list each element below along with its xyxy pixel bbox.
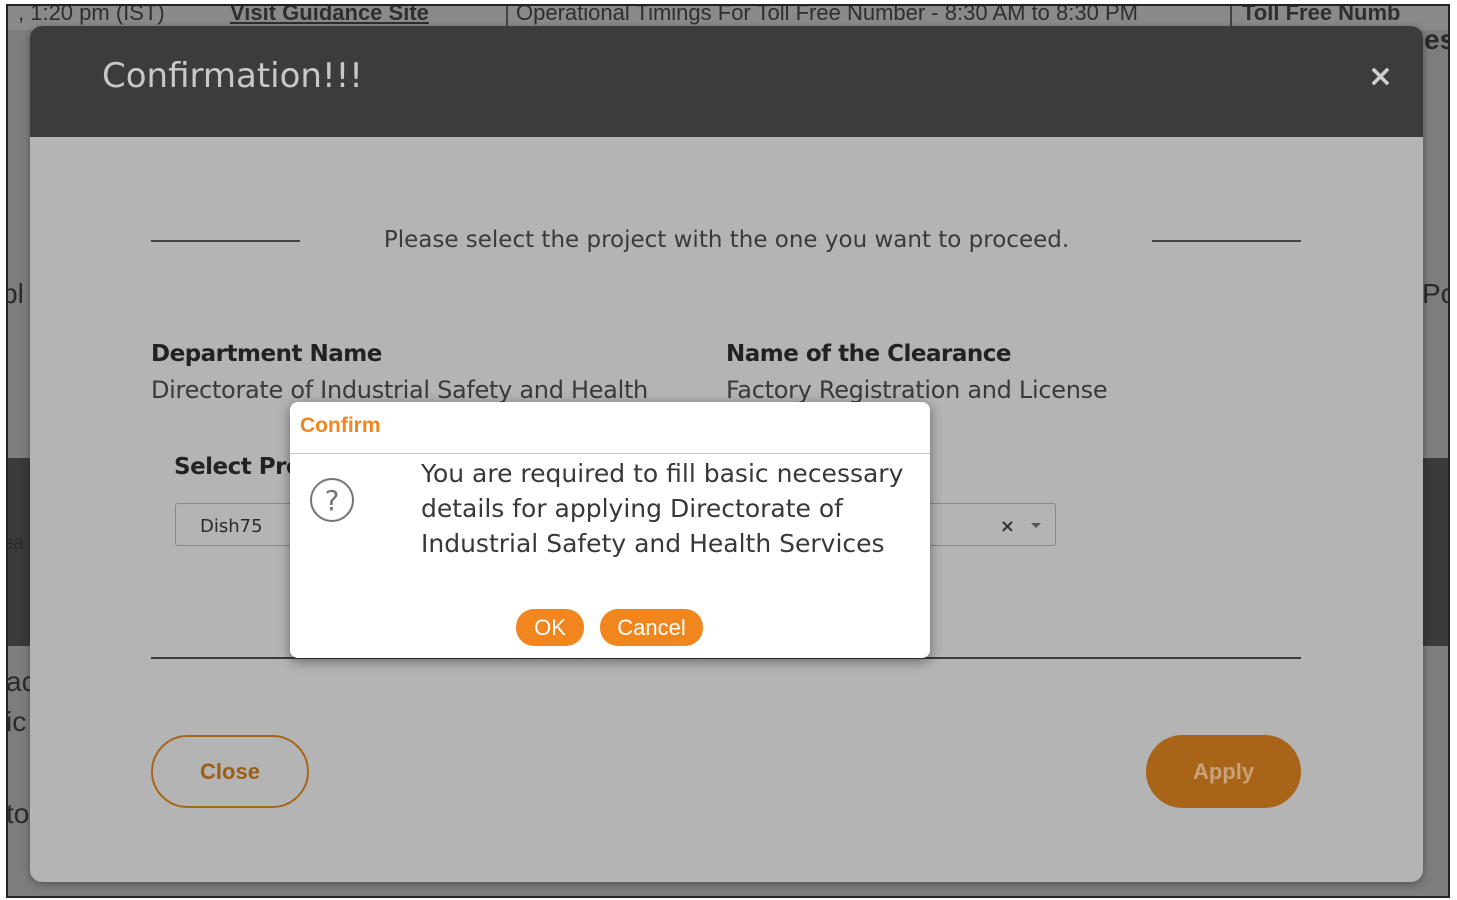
background-fragment: to (6, 798, 30, 829)
apply-button[interactable]: Apply (1146, 735, 1301, 808)
ok-button[interactable]: OK (516, 609, 584, 646)
question-circle-icon: ? (310, 478, 354, 522)
modal-title: Confirmation!!! (102, 56, 363, 96)
chevron-down-icon[interactable] (1031, 523, 1041, 528)
confirm-dialog: Confirm ? You are required to fill basic… (290, 402, 930, 658)
clearance-label: Name of the Clearance (726, 341, 1012, 367)
background-time: , 1:20 pm (IST) (18, 4, 165, 25)
background-fragment: bl (8, 278, 24, 309)
close-icon[interactable]: × (1368, 62, 1393, 92)
department-label: Department Name (151, 341, 382, 367)
instruction-right-rule (1152, 240, 1301, 242)
background-fragment: Po (1422, 278, 1448, 309)
background-fragment: ic (6, 706, 27, 737)
modal-header: Confirmation!!! × (30, 26, 1423, 137)
background-fragment: es (1424, 24, 1448, 55)
confirm-title: Confirm (300, 414, 381, 437)
confirm-separator (290, 453, 930, 454)
background-fragment: ea (8, 532, 25, 554)
toll-free-number: Toll Free Numb (1230, 6, 1401, 26)
toll-free-timings: Operational Timings For Toll Free Number… (506, 6, 1138, 26)
clear-selection-icon[interactable]: × (1000, 516, 1015, 537)
confirm-message: You are required to fill basic necessary… (421, 459, 904, 558)
department-value: Directorate of Industrial Safety and Hea… (151, 376, 648, 404)
cancel-button[interactable]: Cancel (600, 609, 703, 646)
close-button[interactable]: Close (151, 735, 309, 808)
project-select-value: Dish75 (200, 516, 263, 537)
guidance-site-link[interactable]: Visit Guidance Site (230, 6, 429, 26)
clearance-value: Factory Registration and License (726, 376, 1108, 404)
